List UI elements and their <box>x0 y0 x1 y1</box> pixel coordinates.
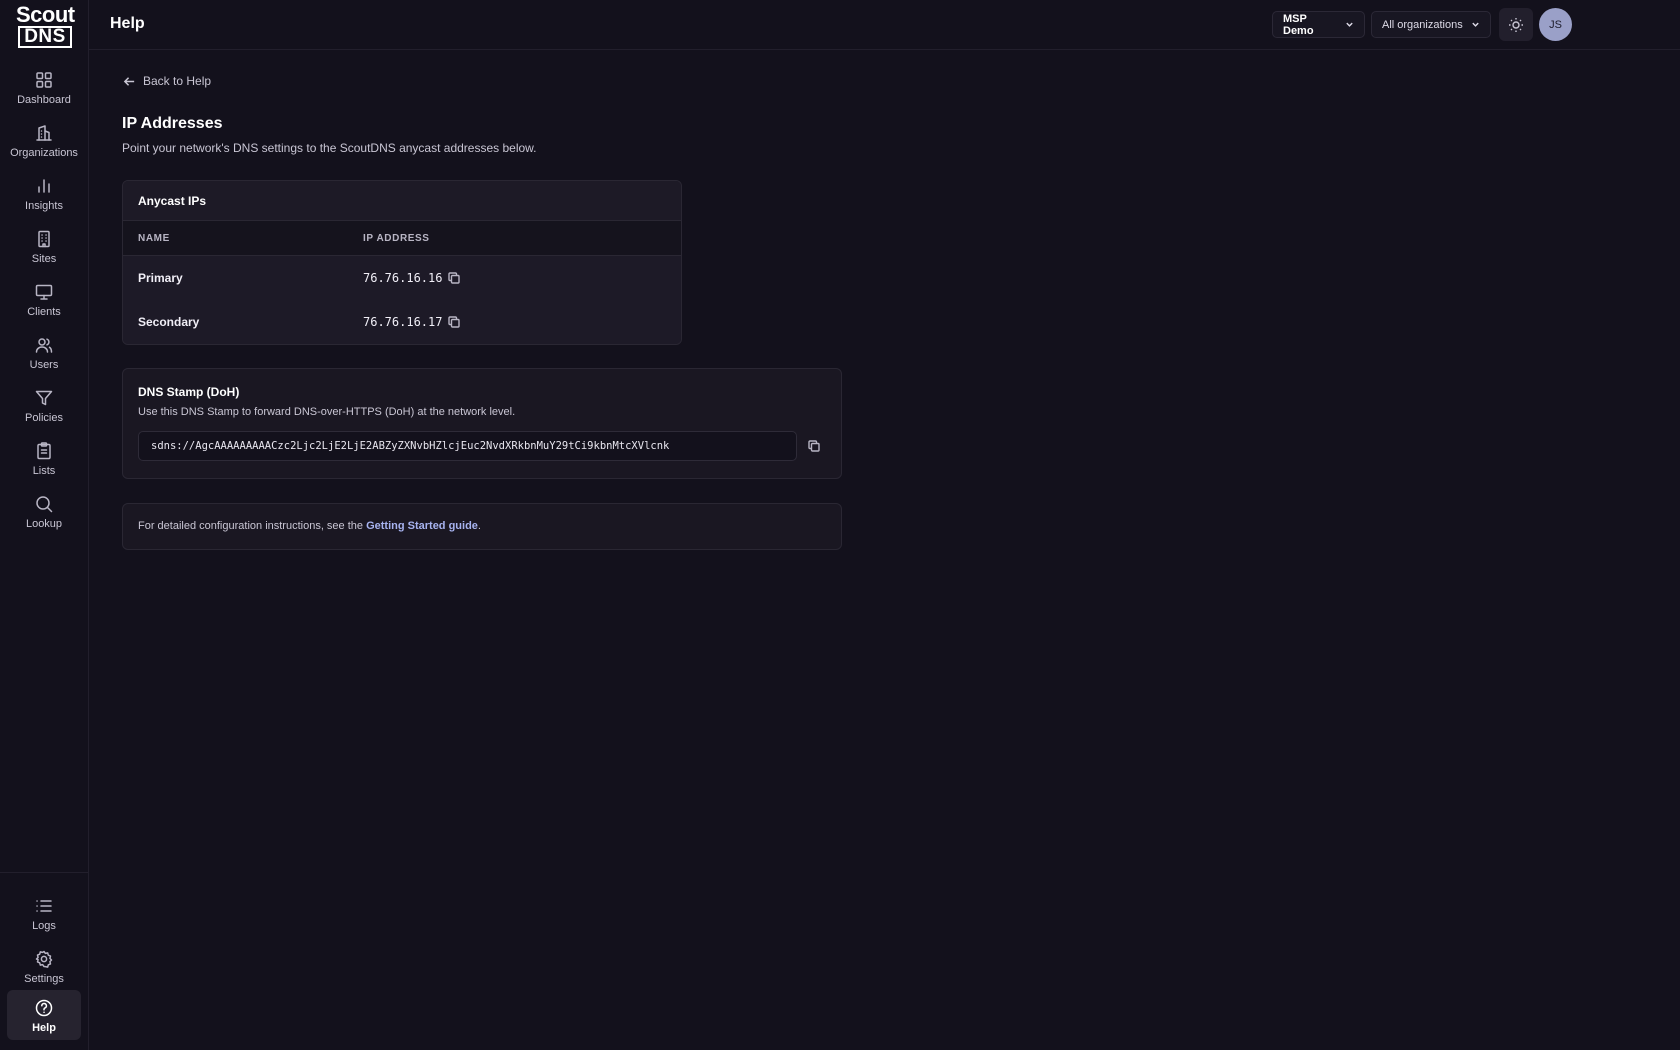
office-icon <box>38 230 50 248</box>
msp-selector-label: MSP Demo <box>1283 12 1314 37</box>
sidebar-item-label: Clients <box>27 306 61 318</box>
dns-stamp-card: DNS Stamp (DoH) Use this DNS Stamp to fo… <box>122 368 842 479</box>
sidebar-item-label: Policies <box>25 412 63 424</box>
sidebar-item-label: Settings <box>24 973 64 985</box>
arrow-left-icon <box>123 76 135 86</box>
logo-line2: DNS <box>18 26 72 48</box>
dns-stamp-heading: DNS Stamp (DoH) <box>138 385 240 399</box>
ip-name: Secondary <box>138 315 200 329</box>
grid-icon <box>36 72 52 88</box>
page-title: IP Addresses <box>122 115 223 132</box>
sidebar-item-label: Users <box>29 359 59 371</box>
sidebar-item-label: Help <box>32 1022 56 1034</box>
anycast-ips-heading: Anycast IPs <box>123 181 681 221</box>
table-header: NAME IP ADDRESS <box>123 221 681 256</box>
theme-toggle-button[interactable] <box>1499 8 1533 41</box>
scoutdns-logo[interactable]: Scout DNS <box>16 2 75 48</box>
page-description: Point your network's DNS settings to the… <box>122 141 537 155</box>
sidebar-item-help[interactable]: Help <box>7 990 81 1040</box>
sidebar-item-dashboard[interactable]: Dashboard <box>7 65 81 115</box>
dns-stamp-description: Use this DNS Stamp to forward DNS-over-H… <box>138 406 516 418</box>
sidebar-item-lists[interactable]: Lists <box>7 436 81 486</box>
dns-stamp-field[interactable]: sdns://AgcAAAAAAAAACzc2Ljc2LjE2LjE2ABZyZ… <box>138 431 797 461</box>
sidebar-item-logs[interactable]: Logs <box>7 891 81 941</box>
sun-icon <box>1509 17 1523 32</box>
sidebar-item-settings[interactable]: Settings <box>7 944 81 994</box>
users-icon <box>35 338 53 353</box>
ip-address: 76.76.16.17 <box>363 315 443 329</box>
chevron-down-icon <box>1345 20 1354 29</box>
sidebar-item-policies[interactable]: Policies <box>7 383 81 433</box>
sidebar-item-organizations[interactable]: Organizations <box>7 118 81 168</box>
organization-selector[interactable]: All organizations <box>1371 11 1491 38</box>
filter-icon <box>35 390 53 406</box>
msp-selector[interactable]: MSP Demo <box>1272 11 1365 38</box>
monitor-icon <box>35 284 53 300</box>
gear-icon <box>35 950 53 968</box>
organization-selector-label: All organizations <box>1382 18 1463 31</box>
anycast-ips-card: Anycast IPs NAME IP ADDRESS Primary 76.7… <box>122 180 682 345</box>
back-link-label: Back to Help <box>143 74 212 88</box>
info-suffix: . <box>477 520 481 532</box>
sidebar-item-label: Logs <box>32 920 56 932</box>
sidebar-item-label: Organizations <box>10 147 78 159</box>
sidebar: Scout DNS Dashboard Organizations Insigh… <box>0 0 89 1050</box>
config-instructions-card: For detailed configuration instructions,… <box>122 503 842 550</box>
sidebar-divider <box>0 872 89 873</box>
back-to-help-link[interactable]: Back to Help <box>123 74 211 88</box>
sidebar-item-label: Lookup <box>25 518 63 530</box>
column-header-ip: IP ADDRESS <box>363 233 430 244</box>
bar-chart-icon <box>38 179 50 193</box>
user-avatar[interactable]: JS <box>1539 8 1572 41</box>
table-row: Primary 76.76.16.16 <box>123 256 681 300</box>
copy-icon[interactable] <box>447 271 461 285</box>
sidebar-item-users[interactable]: Users <box>7 330 81 380</box>
sidebar-item-label: Sites <box>31 253 57 265</box>
column-header-name: NAME <box>138 233 170 244</box>
page-header-title: Help <box>110 15 145 32</box>
sidebar-item-lookup[interactable]: Lookup <box>7 489 81 539</box>
sidebar-item-insights[interactable]: Insights <box>7 171 81 221</box>
building-icon <box>36 125 52 141</box>
sidebar-item-clients[interactable]: Clients <box>7 277 81 327</box>
ip-address: 76.76.16.16 <box>363 271 443 285</box>
help-circle-icon <box>35 999 53 1017</box>
chevron-down-icon <box>1471 20 1480 29</box>
clipboard-icon <box>37 442 51 460</box>
logo-line1: Scout <box>16 2 75 27</box>
ip-name: Primary <box>138 271 183 285</box>
sidebar-item-sites[interactable]: Sites <box>7 224 81 274</box>
copy-icon[interactable] <box>447 315 461 329</box>
sidebar-item-label: Lists <box>32 465 56 477</box>
table-row: Secondary 76.76.16.17 <box>123 300 681 344</box>
sidebar-item-label: Dashboard <box>17 94 71 106</box>
copy-icon[interactable] <box>807 439 821 453</box>
info-prefix: For detailed configuration instructions,… <box>138 520 367 532</box>
sidebar-item-label: Insights <box>25 200 63 212</box>
getting-started-link[interactable]: Getting Started guide <box>366 520 478 532</box>
search-icon <box>36 496 53 513</box>
list-icon <box>36 900 52 912</box>
